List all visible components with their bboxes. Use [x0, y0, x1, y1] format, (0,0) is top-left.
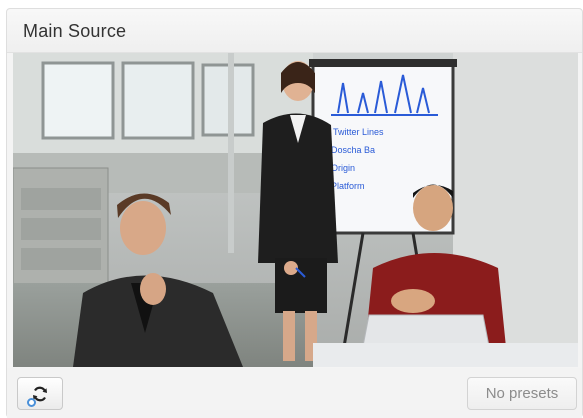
- whiteboard-line-2: Doscha Ba: [331, 145, 375, 155]
- video-feed[interactable]: Twitter Lines Doscha Ba Origin Platform: [13, 53, 578, 367]
- panel-header: Main Source: [7, 9, 582, 53]
- main-source-panel: Main Source Twitter Lines Doscha Ba Orig…: [6, 8, 583, 418]
- whiteboard-line-1: Twitter Lines: [333, 127, 384, 137]
- whiteboard-line-3: Origin: [331, 163, 355, 173]
- focus-indicator: [27, 398, 36, 407]
- presets-button[interactable]: No presets: [467, 377, 577, 410]
- panel-title: Main Source: [23, 21, 127, 41]
- refresh-button[interactable]: [17, 377, 63, 410]
- panel-footer: No presets: [7, 368, 582, 418]
- whiteboard-line-4: Platform: [331, 181, 365, 191]
- video-frame: Twitter Lines Doscha Ba Origin Platform: [13, 53, 578, 367]
